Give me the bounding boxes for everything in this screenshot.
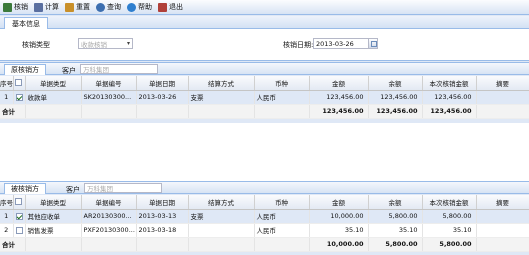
row-checkbox[interactable] xyxy=(15,93,23,101)
col-header-balance[interactable]: 余额 xyxy=(368,195,423,210)
col-header-memo[interactable]: 摘要 xyxy=(476,76,529,91)
target-verify-header: 被核销方 客户 万科集团 xyxy=(0,181,529,194)
col-header-currency[interactable]: 币种 xyxy=(254,195,310,210)
query-button[interactable]: 查询 xyxy=(95,1,124,14)
col-header-type[interactable]: 单据类型 xyxy=(25,195,82,210)
col-header-select[interactable] xyxy=(13,195,26,210)
table-row[interactable]: 1 收款单 SK20130300... 2013-03-26 支票 人民币 12… xyxy=(0,90,529,105)
target-verify-table: 序号 单据类型 单据编号 单据日期 结算方式 币种 金额 余额 本次核销金额 摘… xyxy=(0,195,529,252)
customer-input[interactable]: 万科集团 xyxy=(80,64,158,74)
verify-date-field[interactable]: 2013-03-26 xyxy=(313,38,378,49)
col-header-no[interactable]: 序号 xyxy=(0,76,14,91)
calendar-icon[interactable] xyxy=(368,39,377,48)
col-header-code[interactable]: 单据编号 xyxy=(81,76,137,91)
check-icon xyxy=(3,2,12,12)
table-row[interactable]: 1 其他应收单 AR20130300... 2013-03-13 支票 人民币 … xyxy=(0,209,529,224)
verify-button[interactable]: 核销 xyxy=(2,1,31,14)
verify-date-label: 核销日期: xyxy=(283,41,314,49)
select-all-checkbox[interactable] xyxy=(14,79,22,87)
customer-label: 客户 xyxy=(62,67,76,75)
exit-icon xyxy=(158,2,167,12)
verify-type-label: 核销类型 xyxy=(22,41,50,49)
customer-input[interactable]: 万科集团 xyxy=(84,183,162,193)
col-header-memo[interactable]: 摘要 xyxy=(476,195,529,210)
row-checkbox[interactable] xyxy=(15,212,23,220)
original-verify-header: 原核销方 客户 万科集团 xyxy=(0,62,529,75)
col-header-currency[interactable]: 币种 xyxy=(254,76,310,91)
table-row[interactable]: 2 销售发票 PXF20130300... 2013-03-18 人民币 35.… xyxy=(0,223,529,238)
col-header-type[interactable]: 单据类型 xyxy=(25,76,82,91)
select-all-checkbox[interactable] xyxy=(14,198,22,206)
help-button[interactable]: 帮助 xyxy=(126,1,155,14)
help-icon xyxy=(127,2,136,12)
tab-target-verify[interactable]: 被核销方 xyxy=(4,183,46,194)
toolbar: 核销 计算 重置 查询 帮助 退出 xyxy=(0,0,529,15)
col-header-settle[interactable]: 结算方式 xyxy=(188,195,255,210)
table-header-row: 序号 单据类型 单据编号 单据日期 结算方式 币种 金额 余额 本次核销金额 摘… xyxy=(0,76,529,91)
tab-original-verify[interactable]: 原核销方 xyxy=(4,64,46,75)
col-header-amount[interactable]: 金额 xyxy=(309,76,369,91)
col-header-this-verify[interactable]: 本次核销金额 xyxy=(422,195,477,210)
reset-button[interactable]: 重置 xyxy=(64,1,93,14)
table-header-row: 序号 单据类型 单据编号 单据日期 结算方式 币种 金额 余额 本次核销金额 摘… xyxy=(0,195,529,210)
basic-info-header: 基本信息 xyxy=(0,16,529,29)
col-header-code[interactable]: 单据编号 xyxy=(81,195,137,210)
search-icon xyxy=(96,2,105,12)
exit-button[interactable]: 退出 xyxy=(157,1,186,14)
chevron-down-icon: ▾ xyxy=(126,40,130,47)
col-header-this-verify[interactable]: 本次核销金额 xyxy=(422,76,477,91)
col-header-date[interactable]: 单据日期 xyxy=(136,195,189,210)
row-checkbox[interactable] xyxy=(15,226,23,234)
col-header-settle[interactable]: 结算方式 xyxy=(188,76,255,91)
col-header-date[interactable]: 单据日期 xyxy=(136,76,189,91)
col-header-amount[interactable]: 金额 xyxy=(309,195,369,210)
refresh-icon xyxy=(65,2,74,12)
tab-basic-info[interactable]: 基本信息 xyxy=(4,17,48,29)
calculator-icon xyxy=(34,2,43,12)
total-row: 合计 123,456.00 123,456.00 123,456.00 xyxy=(0,103,529,119)
basic-info-panel: 核销类型 收款核销 ▾ 核销日期: 2013-03-26 xyxy=(0,29,529,61)
col-header-select[interactable] xyxy=(13,76,26,91)
col-header-no[interactable]: 序号 xyxy=(0,195,14,210)
verify-type-select[interactable]: 收款核销 ▾ xyxy=(78,38,133,49)
customer-label: 客户 xyxy=(66,186,80,194)
original-verify-empty-area xyxy=(0,123,529,181)
col-header-balance[interactable]: 余额 xyxy=(368,76,423,91)
calculate-button[interactable]: 计算 xyxy=(33,1,62,14)
total-row: 合计 10,000.00 5,800.00 5,800.00 xyxy=(0,236,529,252)
original-verify-table: 序号 单据类型 单据编号 单据日期 结算方式 币种 金额 余额 本次核销金额 摘… xyxy=(0,76,529,119)
